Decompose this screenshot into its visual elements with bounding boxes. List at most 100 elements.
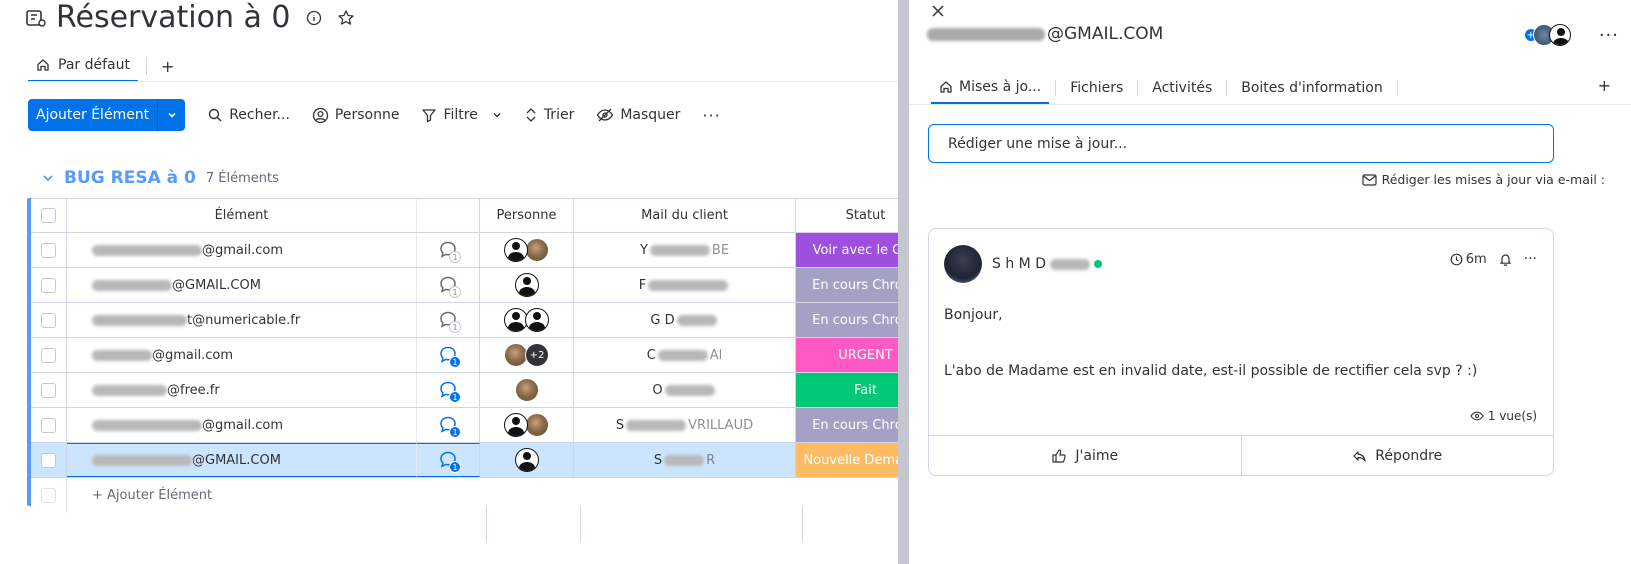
client-mail-cell[interactable]: F	[574, 268, 796, 302]
search-button[interactable]: Recher...	[207, 99, 290, 131]
add-view-button[interactable]: +	[155, 57, 180, 76]
subscribers[interactable]: +	[1524, 24, 1571, 46]
person-cell[interactable]	[480, 303, 574, 337]
group-title[interactable]: BUG RESA à 0	[64, 168, 196, 188]
star-icon[interactable]	[337, 9, 355, 27]
board-title[interactable]: Réservation à 0	[56, 1, 291, 35]
client-mail-cell[interactable]: O	[574, 373, 796, 407]
item-updates-cell[interactable]: 1	[417, 373, 480, 407]
column-header-client-mail[interactable]: Mail du client	[574, 199, 796, 232]
post-views[interactable]: 1 vue(s)	[1470, 409, 1537, 423]
person-filter-button[interactable]: Personne	[312, 99, 399, 131]
item-updates-cell[interactable]: 1	[417, 408, 480, 442]
like-button[interactable]: J'aime	[929, 436, 1241, 475]
info-icon[interactable]	[305, 9, 323, 27]
item-name-cell[interactable]: t@numericable.fr	[67, 303, 417, 337]
item-name-cell[interactable]: @GMAIL.COM	[67, 268, 417, 302]
column-header-item[interactable]: Élément	[67, 199, 417, 232]
item-updates-cell[interactable]: 1	[417, 233, 480, 267]
item-updates-cell[interactable]: 1	[417, 303, 480, 337]
updates-count-badge: 1	[449, 391, 461, 403]
person-cell[interactable]: +2	[480, 338, 574, 372]
person-cell[interactable]	[480, 233, 574, 267]
item-updates-cell[interactable]: 1	[417, 338, 480, 372]
panel-resize-handle[interactable]	[898, 0, 909, 564]
hide-button[interactable]: Masquer	[596, 99, 680, 131]
tab-activity[interactable]: Activités	[1144, 72, 1220, 104]
client-mail-cell[interactable]: G D	[574, 303, 796, 337]
conversation-icon[interactable]: 1	[438, 415, 461, 438]
post-more-icon[interactable]: ···	[1524, 251, 1537, 267]
client-mail-cell[interactable]: S VRILLAUD	[574, 408, 796, 442]
conversation-icon[interactable]: 1	[438, 345, 461, 368]
person-cell[interactable]	[480, 373, 574, 407]
client-mail-cell[interactable]: Y BE	[574, 233, 796, 267]
row-checkbox[interactable]	[41, 452, 56, 468]
panel-header-actions: + ···	[1524, 24, 1619, 46]
conversation-icon[interactable]: 1	[438, 380, 461, 403]
avatar[interactable]	[944, 245, 982, 283]
item-updates-cell[interactable]: 1	[417, 443, 480, 477]
item-name-cell[interactable]: @gmail.com	[67, 338, 417, 372]
column-header-person[interactable]: Personne	[480, 199, 574, 232]
client-mail-cell[interactable]: C Al	[574, 338, 796, 372]
filter-button[interactable]: Filtre	[421, 99, 501, 131]
table-row[interactable]: @gmail.com 1 Y BE Voir avec le Golf	[31, 233, 935, 268]
more-options-button[interactable]: ···	[702, 99, 720, 131]
person-cell[interactable]	[480, 408, 574, 442]
email-updates-link[interactable]: Rédiger les mises à jour via e-mail :	[1361, 172, 1605, 187]
more-options-icon[interactable]: ···	[1599, 25, 1619, 46]
item-title[interactable]: @GMAIL.COM	[927, 24, 1163, 44]
close-icon[interactable]	[929, 2, 947, 20]
eye-hidden-icon	[597, 108, 614, 122]
conversation-icon[interactable]: 1	[438, 275, 461, 298]
row-checkbox[interactable]	[41, 242, 56, 258]
table-row[interactable]: @GMAIL.COM 1 S R Nouvelle Demande	[31, 443, 935, 478]
conversation-icon[interactable]: 1	[438, 450, 461, 473]
avatar	[514, 448, 539, 472]
chevron-down-icon[interactable]	[42, 172, 54, 184]
table-row[interactable]: t@numericable.fr 1 G D En cours Chrono	[31, 303, 935, 338]
add-item-label[interactable]: Ajouter Élément	[28, 99, 157, 131]
row-checkbox[interactable]	[41, 277, 56, 293]
item-updates-cell[interactable]: 1	[417, 268, 480, 302]
table-row[interactable]: @free.fr 1 O Fait	[31, 373, 935, 408]
client-mail-cell[interactable]: SR	[574, 443, 796, 477]
add-item-button[interactable]: Ajouter Élément	[28, 99, 186, 131]
table-row[interactable]: @GMAIL.COM 1 F En cours Chrono	[31, 268, 935, 303]
chevron-down-icon[interactable]	[157, 99, 185, 131]
tab-info-boxes[interactable]: Boites d'information	[1233, 72, 1390, 104]
mail-icon	[1361, 173, 1377, 186]
row-checkbox[interactable]	[41, 347, 56, 363]
add-item-input[interactable]: + Ajouter Élément	[67, 478, 927, 513]
conversation-icon[interactable]: 1	[438, 310, 461, 333]
tab-updates[interactable]: Mises à jo...	[931, 72, 1050, 104]
item-name-cell[interactable]: @GMAIL.COM	[67, 443, 417, 477]
row-checkbox[interactable]	[41, 312, 56, 328]
item-name-text: @GMAIL.COM	[172, 277, 261, 293]
sort-button[interactable]: Trier	[524, 99, 574, 131]
table-row[interactable]: @gmail.com 1 +2 C Al URGENT	[31, 338, 935, 373]
client-mail-text: Y	[639, 242, 648, 258]
conversation-icon[interactable]: 1	[438, 240, 461, 263]
add-item-row[interactable]: + Ajouter Élément	[31, 478, 935, 513]
item-name-cell[interactable]: @gmail.com	[67, 408, 417, 442]
item-name-cell[interactable]: @gmail.com	[67, 233, 417, 267]
person-cell[interactable]	[480, 443, 574, 477]
item-name-cell[interactable]: @free.fr	[67, 373, 417, 407]
reply-button[interactable]: Répondre	[1240, 436, 1554, 475]
redacted-text	[1049, 258, 1090, 270]
table-row[interactable]: @gmail.com 1 S VRILLAUD En cours Chrono	[31, 408, 935, 443]
tab-files[interactable]: Fichiers	[1062, 72, 1131, 104]
person-cell[interactable]	[480, 268, 574, 302]
select-all-checkbox[interactable]	[41, 208, 56, 223]
row-checkbox[interactable]	[41, 417, 56, 433]
update-composer-input[interactable]: Rédiger une mise à jour...	[928, 124, 1554, 163]
more-people-badge[interactable]: +2	[525, 343, 549, 367]
tab-default-view[interactable]: Par défaut	[28, 50, 138, 82]
add-tab-button[interactable]: +	[1598, 76, 1611, 95]
author-name[interactable]: S h M D	[992, 256, 1102, 272]
bell-icon[interactable]	[1499, 252, 1512, 266]
row-checkbox[interactable]	[41, 382, 56, 398]
chevron-down-icon[interactable]	[492, 110, 502, 120]
